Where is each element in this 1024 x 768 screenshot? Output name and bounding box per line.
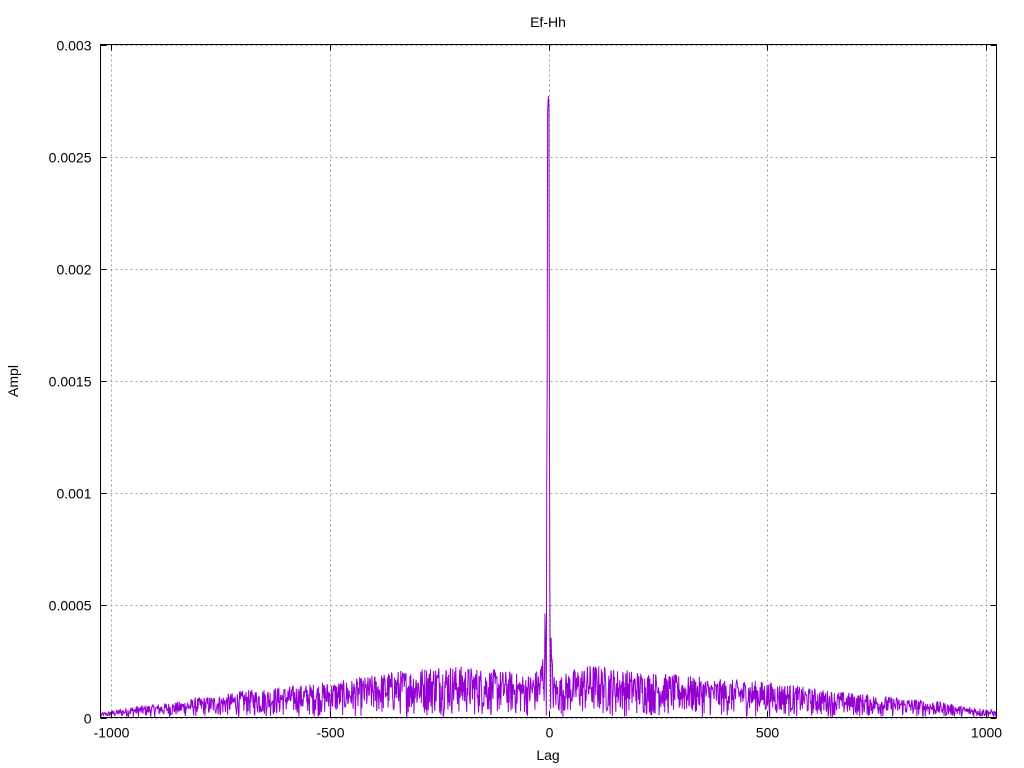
x-tick-label: 0 xyxy=(546,725,554,741)
y-tick-label: 0.0015 xyxy=(49,374,92,390)
y-tick-label: 0 xyxy=(84,711,92,727)
chart-title: Ef-Hh xyxy=(530,14,566,30)
y-tick-label: 0.001 xyxy=(56,486,91,502)
chart: Ef-Hh -1000 -500 0 500 1000 0 0.0005 0.001 0.001… xyxy=(5,14,1003,763)
y-tick-label: 0.0025 xyxy=(49,150,92,166)
y-tick-label: 0.0005 xyxy=(49,598,92,614)
x-axis-label: Lag xyxy=(536,747,559,763)
x-tick-label: 1000 xyxy=(971,725,1002,741)
y-tick-label: 0.003 xyxy=(56,38,91,54)
x-tick-label: -500 xyxy=(316,725,344,741)
x-tick-label: -1000 xyxy=(94,725,130,741)
x-tick-label: 500 xyxy=(756,725,780,741)
y-axis-label: Ampl xyxy=(5,365,21,397)
series-line xyxy=(100,96,997,718)
ticks: -1000 -500 0 500 1000 0 0.0005 0.001 0.0015 0.002… xyxy=(49,38,1003,741)
y-tick-label: 0.002 xyxy=(56,262,91,278)
series-layer xyxy=(100,96,997,718)
